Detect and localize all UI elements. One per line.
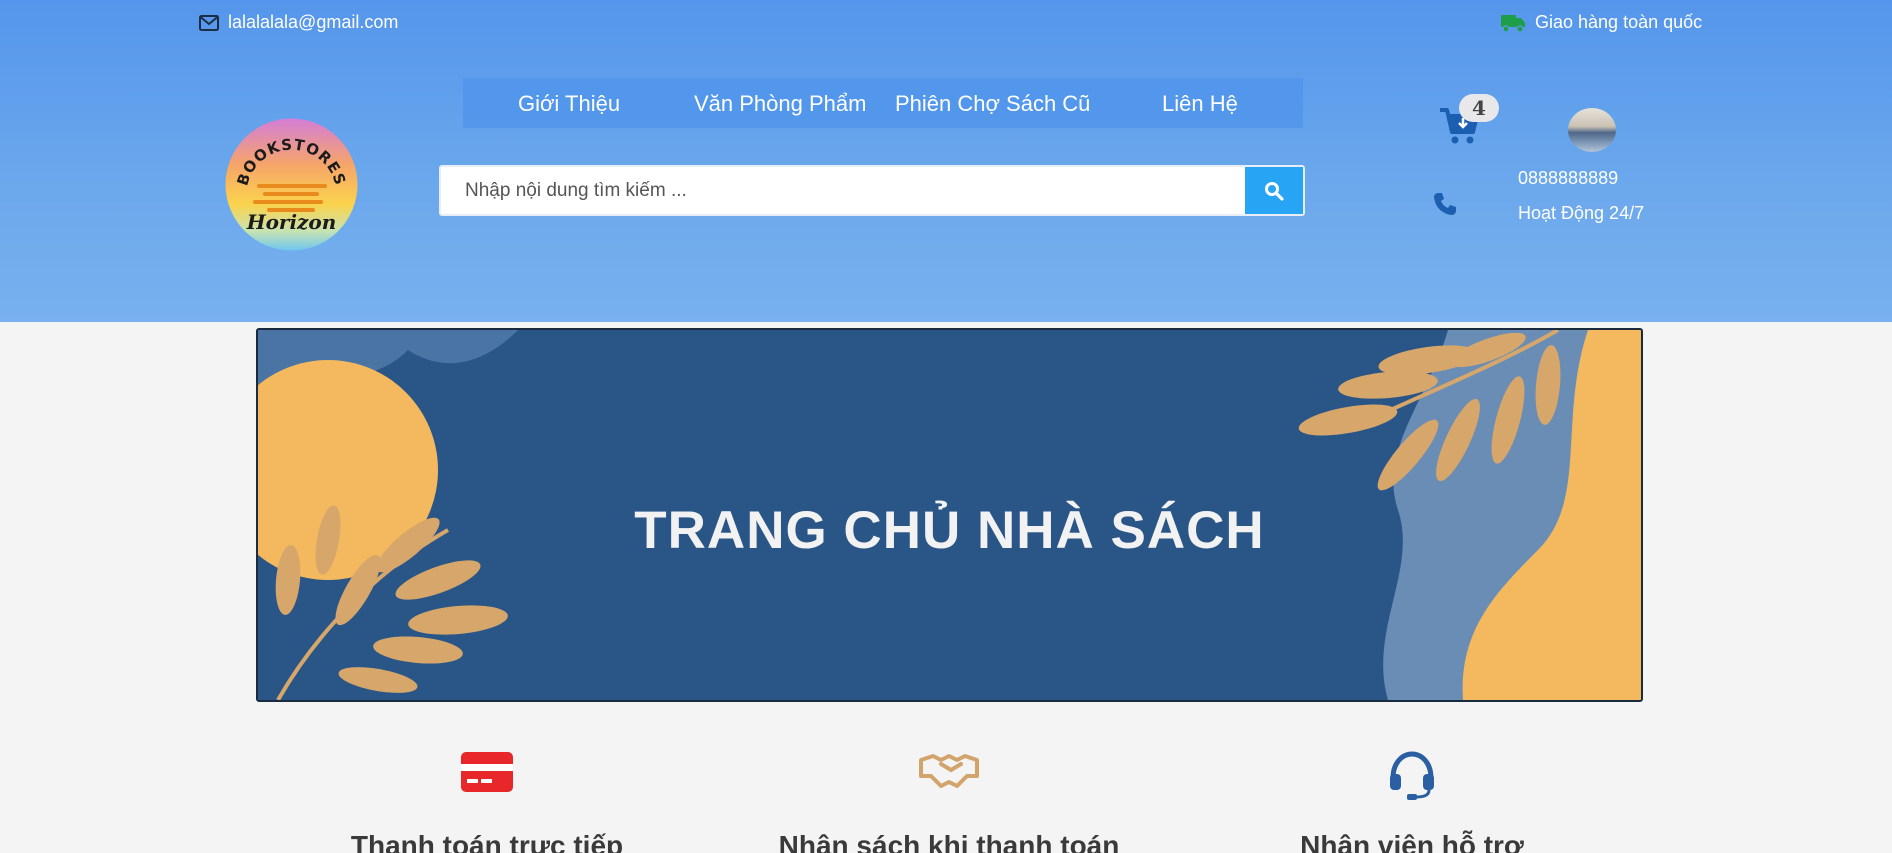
cart-count-badge: 4 [1459, 94, 1499, 122]
nav-item-phien-cho-sach-cu[interactable]: Phiên Chợ Sách Cũ [895, 91, 1090, 117]
site-logo[interactable]: BOOKSTORES Horizon [225, 118, 358, 251]
feature-title: Nhân viên hỗ trợ [1300, 830, 1524, 853]
banner-title: TRANG CHỦ NHÀ SÁCH [634, 501, 1265, 560]
feature-direct-payment: Thanh toán trực tiếp [287, 750, 687, 853]
contact-hours: Hoạt Động 24/7 [1518, 203, 1645, 223]
nav-item-van-phong-pham[interactable]: Văn Phòng Phẩm [694, 91, 866, 117]
logo-bottom-text: Horizon [246, 210, 337, 234]
search-bar [439, 165, 1305, 216]
feature-pay-on-receipt: Nhận sách khi thanh toán [749, 750, 1149, 853]
headset-icon [1390, 751, 1434, 800]
search-input[interactable] [441, 167, 1244, 214]
search-button[interactable] [1245, 167, 1303, 214]
feature-title: Nhận sách khi thanh toán [778, 830, 1120, 853]
user-avatar[interactable] [1568, 108, 1616, 152]
nav-item-lien-he[interactable]: Liên Hệ [1162, 91, 1238, 117]
phone-icon [1432, 191, 1458, 222]
topbar-shipping: Giao hàng toàn quốc [1500, 12, 1702, 33]
main-nav: Giới Thiệu Văn Phòng Phẩm Phiên Chợ Sách… [463, 78, 1303, 128]
topbar-email[interactable]: lalalalala@gmail.com [199, 12, 398, 33]
envelope-icon [199, 14, 219, 31]
hero-banner: TRANG CHỦ NHÀ SÁCH [256, 328, 1643, 702]
search-icon [1265, 181, 1284, 201]
truck-icon [1501, 14, 1525, 33]
nav-item-gioi-thieu[interactable]: Giới Thiệu [518, 91, 620, 117]
feature-title: Thanh toán trực tiếp [350, 830, 624, 853]
handshake-icon [919, 754, 979, 788]
topbar-email-text: lalalalala@gmail.com [228, 12, 399, 32]
contact-phone[interactable]: 0888888889 [1518, 168, 1618, 189]
feature-support-staff: Nhân viên hỗ trợ [1212, 750, 1612, 853]
credit-card-icon [461, 752, 513, 792]
shipping-text: Giao hàng toàn quốc [1535, 12, 1703, 32]
site-header: lalalalala@gmail.com Giao hàng toàn quốc [0, 0, 1892, 322]
